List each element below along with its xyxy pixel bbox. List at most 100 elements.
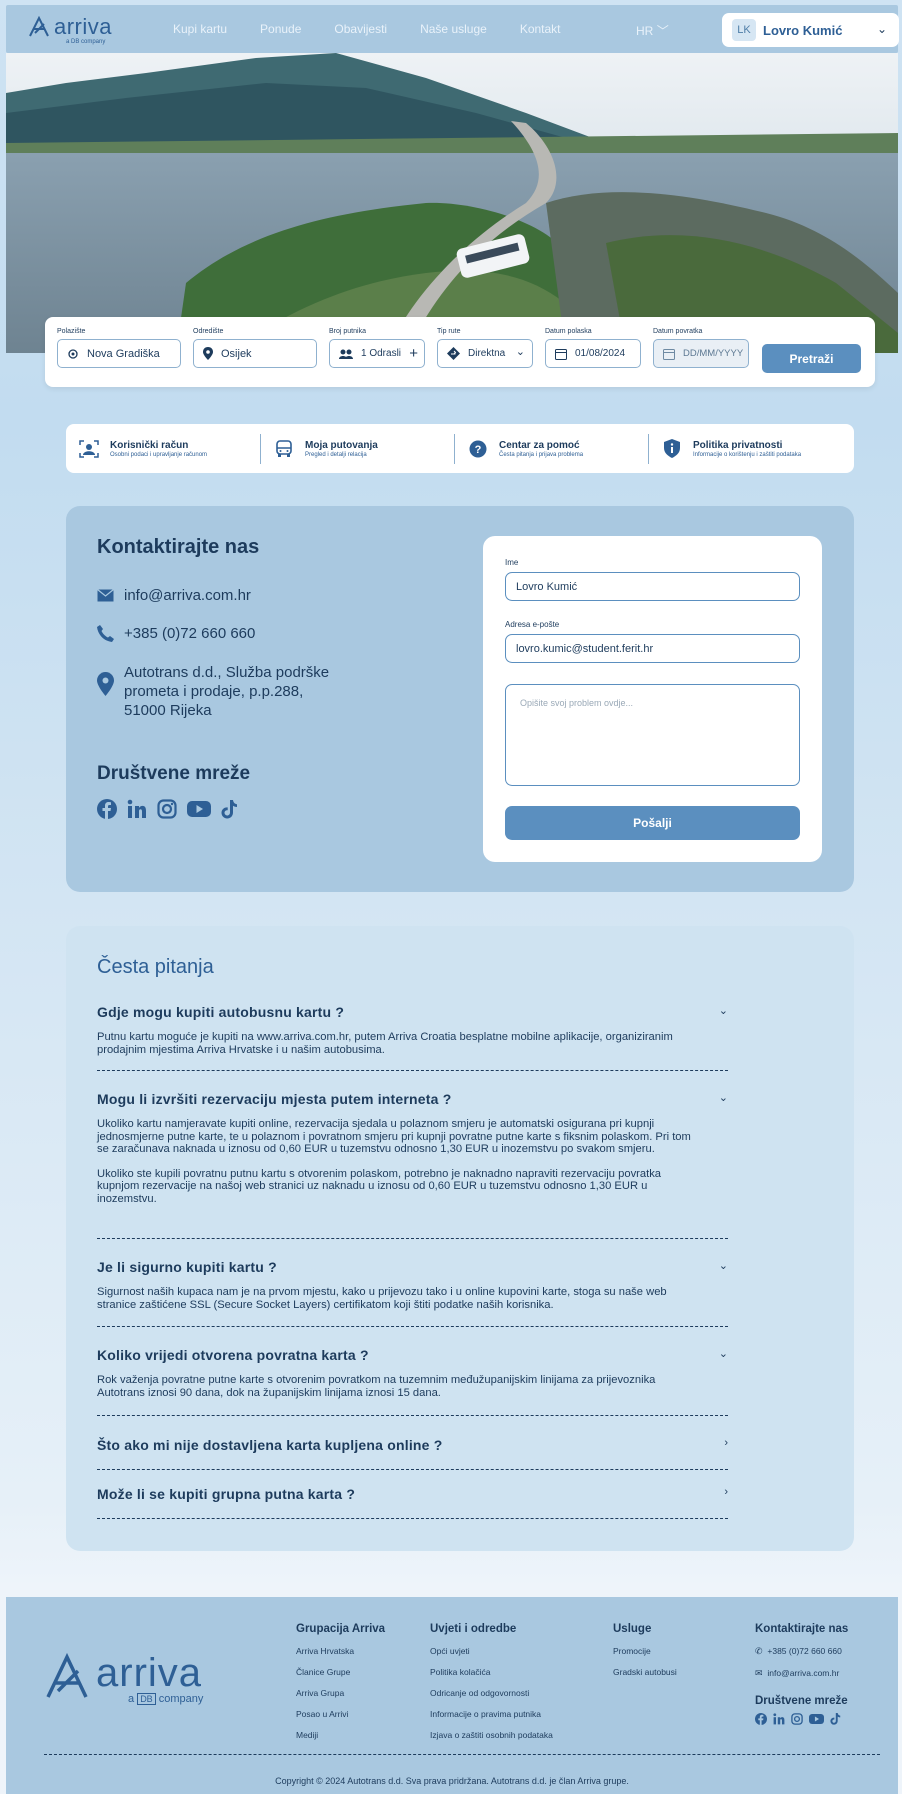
faq-question[interactable]: Što ako mi nije dostavljena karta kuplje… [97, 1437, 728, 1453]
tiktok-icon[interactable] [830, 1713, 841, 1725]
to-field-group: Odredište Osijek [193, 328, 317, 368]
name-field[interactable]: Lovro Kumić [505, 572, 800, 601]
nav-ponude[interactable]: Ponude [260, 22, 301, 36]
route-sign-icon [447, 347, 460, 360]
route-type-field-group: Tip rute Direktna ⌄ [437, 328, 533, 368]
footer-link[interactable]: Članice Grupe [296, 1667, 385, 1677]
nav-obavijesti[interactable]: Obavijesti [334, 22, 387, 36]
departure-date-label: Datum polaska [545, 328, 592, 335]
social-links [97, 799, 238, 819]
footer-link[interactable]: Promocije [613, 1646, 677, 1656]
chevron-down-icon[interactable]: ⌄ [719, 1259, 728, 1272]
arriva-logo-mark-icon [29, 16, 49, 37]
footer-link[interactable]: Arriva Hrvatska [296, 1646, 385, 1656]
facebook-icon[interactable] [97, 799, 117, 819]
footer-link[interactable]: Gradski autobusi [613, 1667, 677, 1677]
faq-divider [97, 1518, 728, 1519]
social-title: Društvene mreže [97, 763, 251, 784]
chevron-right-icon[interactable]: › [724, 1437, 728, 1449]
route-type-select[interactable]: Direktna ⌄ [437, 339, 533, 368]
faq-title: Česta pitanja [97, 956, 214, 978]
chevron-down-icon: ﹀ [656, 24, 669, 38]
copyright: Copyright © 2024 Autotrans d.d. Sva prav… [275, 1776, 629, 1786]
quick-link-subtitle: Osobni podaci i upravljanje računom [110, 451, 208, 458]
quick-link-help[interactable]: ? Centar za pomoć Česta pitanja i prijava… [454, 433, 648, 464]
language-selector[interactable]: HR ﹀ [636, 22, 669, 39]
contact-title: Kontaktirajte nas [97, 536, 260, 558]
footer-link[interactable]: Posao u Arrivi [296, 1709, 385, 1719]
faq-question[interactable]: Mogu li izvršiti rezervaciju mjesta pute… [97, 1091, 728, 1107]
linkedin-icon[interactable] [127, 799, 147, 819]
map-pin-icon [203, 347, 213, 360]
faq-item[interactable]: Što ako mi nije dostavljena karta kuplje… [97, 1437, 728, 1453]
email-label: Adresa e-pošte [505, 620, 560, 629]
youtube-icon[interactable] [187, 800, 211, 818]
main-nav: Kupi kartu Ponude Obavijesti Naše usluge… [173, 22, 594, 36]
quick-link-trips[interactable]: Moja putovanja Pregled i detalji relacija [260, 433, 454, 464]
facebook-icon[interactable] [755, 1713, 767, 1725]
to-input[interactable]: Osijek [193, 339, 317, 368]
departure-date-input[interactable]: 01/08/2024 [545, 339, 641, 368]
faq-item[interactable]: Je li sigurno kupiti kartu ? ⌄ Sigurnost… [97, 1259, 728, 1311]
address-line: 51000 Rijeka [124, 702, 212, 719]
message-textarea[interactable]: Opišite svoj problem ovdje... [505, 684, 800, 786]
email-field[interactable]: lovro.kumic@student.ferit.hr [505, 634, 800, 663]
footer-link[interactable]: Opći uvjeti [430, 1646, 553, 1656]
passengers-input[interactable]: 1 Odrasli + [329, 339, 425, 368]
instagram-icon[interactable] [157, 799, 177, 819]
chevron-down-icon[interactable]: ⌄ [719, 1004, 728, 1017]
faq-question[interactable]: Je li sigurno kupiti kartu ? [97, 1259, 728, 1275]
nav-nase-usluge[interactable]: Naše usluge [420, 22, 487, 36]
faq-item[interactable]: Mogu li izvršiti rezervaciju mjesta pute… [97, 1091, 728, 1205]
tiktok-icon[interactable] [221, 799, 238, 819]
chevron-right-icon[interactable]: › [724, 1486, 728, 1498]
departure-date-value: 01/08/2024 [575, 348, 626, 359]
faq-divider [97, 1469, 728, 1470]
footer-logo-sub: a DB company [128, 1693, 203, 1705]
contact-phone-row: +385 (0)72 660 660 [97, 624, 255, 643]
footer-phone[interactable]: ✆ +385 (0)72 660 660 [755, 1646, 848, 1657]
user-menu[interactable]: LK Lovro Kumić ⌄ [722, 13, 899, 47]
nav-kontakt[interactable]: Kontakt [520, 22, 561, 36]
user-account-icon [78, 438, 100, 460]
ticket-search-bar: Polazište Nova Gradiška Odredište Osijek… [45, 317, 875, 387]
nav-kupi-kartu[interactable]: Kupi kartu [173, 22, 227, 36]
search-button[interactable]: Pretraži [762, 344, 861, 373]
contact-email[interactable]: info@arriva.com.hr [124, 586, 251, 605]
footer-link[interactable]: Izjava o zaštiti osobnih podataka [430, 1730, 553, 1740]
faq-item[interactable]: Može li se kupiti grupna putna karta ? › [97, 1486, 728, 1502]
footer-link[interactable]: Arriva Grupa [296, 1688, 385, 1698]
youtube-icon[interactable] [809, 1713, 824, 1725]
footer-link[interactable]: Odricanje od odgovornosti [430, 1688, 553, 1698]
footer-link[interactable]: Politika kolačića [430, 1667, 553, 1677]
plus-icon[interactable]: + [409, 345, 418, 362]
faq-question[interactable]: Gdje mogu kupiti autobusnu kartu ? [97, 1004, 728, 1020]
return-date-input[interactable]: DD/MM/YYYY [653, 339, 749, 368]
send-button[interactable]: Pošalji [505, 806, 800, 840]
faq-item[interactable]: Koliko vrijedi otvorena povratna karta ?… [97, 1347, 728, 1399]
contact-address-row: Autotrans d.d., Služba podrške prometa i… [97, 663, 329, 720]
instagram-icon[interactable] [791, 1713, 803, 1725]
quick-links-bar: Korisnički račun Osobni podaci i upravlja… [66, 424, 854, 473]
contact-phone[interactable]: +385 (0)72 660 660 [124, 624, 255, 643]
faq-question[interactable]: Koliko vrijedi otvorena povratna karta ? [97, 1347, 728, 1363]
from-input[interactable]: Nova Gradiška [57, 339, 181, 368]
chevron-down-icon[interactable]: ⌄ [719, 1091, 728, 1104]
from-field-group: Polazište Nova Gradiška [57, 328, 181, 368]
contact-section: Kontaktirajte nas info@arriva.com.hr +38… [66, 506, 854, 892]
passengers-label: Broj putnika [329, 328, 366, 335]
faq-question[interactable]: Može li se kupiti grupna putna karta ? [97, 1486, 728, 1502]
footer-email[interactable]: ✉ info@arriva.com.hr [755, 1668, 848, 1679]
arriva-logo-mark-icon [46, 1653, 88, 1698]
linkedin-icon[interactable] [773, 1713, 785, 1725]
logo-text: arriva [54, 14, 113, 39]
quick-link-privacy[interactable]: Politika privatnosti Informacije o korišt… [648, 433, 842, 464]
faq-item[interactable]: Gdje mogu kupiti autobusnu kartu ? ⌄ Put… [97, 1004, 728, 1056]
quick-link-title: Moja putovanja [305, 439, 378, 451]
chevron-down-icon[interactable]: ⌄ [719, 1347, 728, 1360]
footer-link[interactable]: Mediji [296, 1730, 385, 1740]
footer-link[interactable]: Informacije o pravima putnika [430, 1709, 553, 1719]
arriva-logo[interactable]: arriva a DB company [28, 14, 113, 45]
quick-link-account[interactable]: Korisnički račun Osobni podaci i upravlja… [66, 434, 260, 464]
footer-logo-sub-a: a [128, 1693, 135, 1705]
